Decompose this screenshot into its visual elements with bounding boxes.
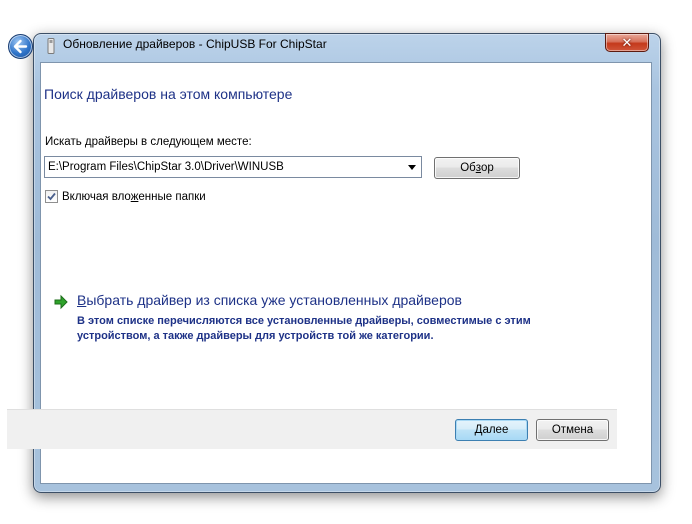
- path-combobox[interactable]: [44, 156, 422, 178]
- label-post: енные папки: [138, 190, 206, 203]
- pick-link-rest: ыбрать драйвер из списка уже установленн…: [86, 292, 462, 308]
- cancel-button[interactable]: Отмена: [536, 419, 609, 441]
- window-title: Обновление драйверов - ChipUSB For ChipS…: [63, 37, 327, 51]
- cancel-label: Отмена: [551, 424, 594, 436]
- browse-button[interactable]: Об з ор: [434, 157, 520, 179]
- back-button[interactable]: [8, 34, 33, 59]
- browse-label-pre: Об: [460, 162, 476, 174]
- next-label-accel: Д: [474, 424, 483, 436]
- checkmark-icon: [47, 192, 56, 201]
- browse-label-post: ор: [481, 162, 494, 174]
- include-subfolders-label: Включая вложенные папки: [62, 191, 206, 203]
- label-pre: Включая вло: [62, 190, 131, 203]
- pick-driver-description: В этом списке перечисляются все установл…: [77, 315, 531, 342]
- back-arrow-icon: [13, 39, 28, 54]
- search-location-label: Искать драйверы в следующем месте:: [45, 136, 252, 148]
- next-button[interactable]: Далее: [455, 419, 528, 441]
- page-title: Поиск драйверов на этом компьютере: [44, 86, 293, 102]
- dropdown-button[interactable]: [405, 159, 419, 175]
- green-arrow-icon: [54, 294, 68, 310]
- include-subfolders-option[interactable]: Включая вложенные папки: [45, 190, 206, 203]
- pick-driver-link[interactable]: Выбрать драйвер из списка уже установлен…: [77, 292, 462, 308]
- include-subfolders-checkbox[interactable]: [45, 190, 58, 203]
- pick-link-accel: В: [77, 292, 87, 308]
- close-icon: ✕: [621, 34, 633, 50]
- path-input[interactable]: [45, 157, 404, 177]
- chevron-down-icon: [408, 164, 416, 170]
- close-button[interactable]: ✕: [605, 33, 649, 52]
- next-label-rest: алее: [482, 424, 509, 436]
- usb-device-icon: [47, 38, 55, 54]
